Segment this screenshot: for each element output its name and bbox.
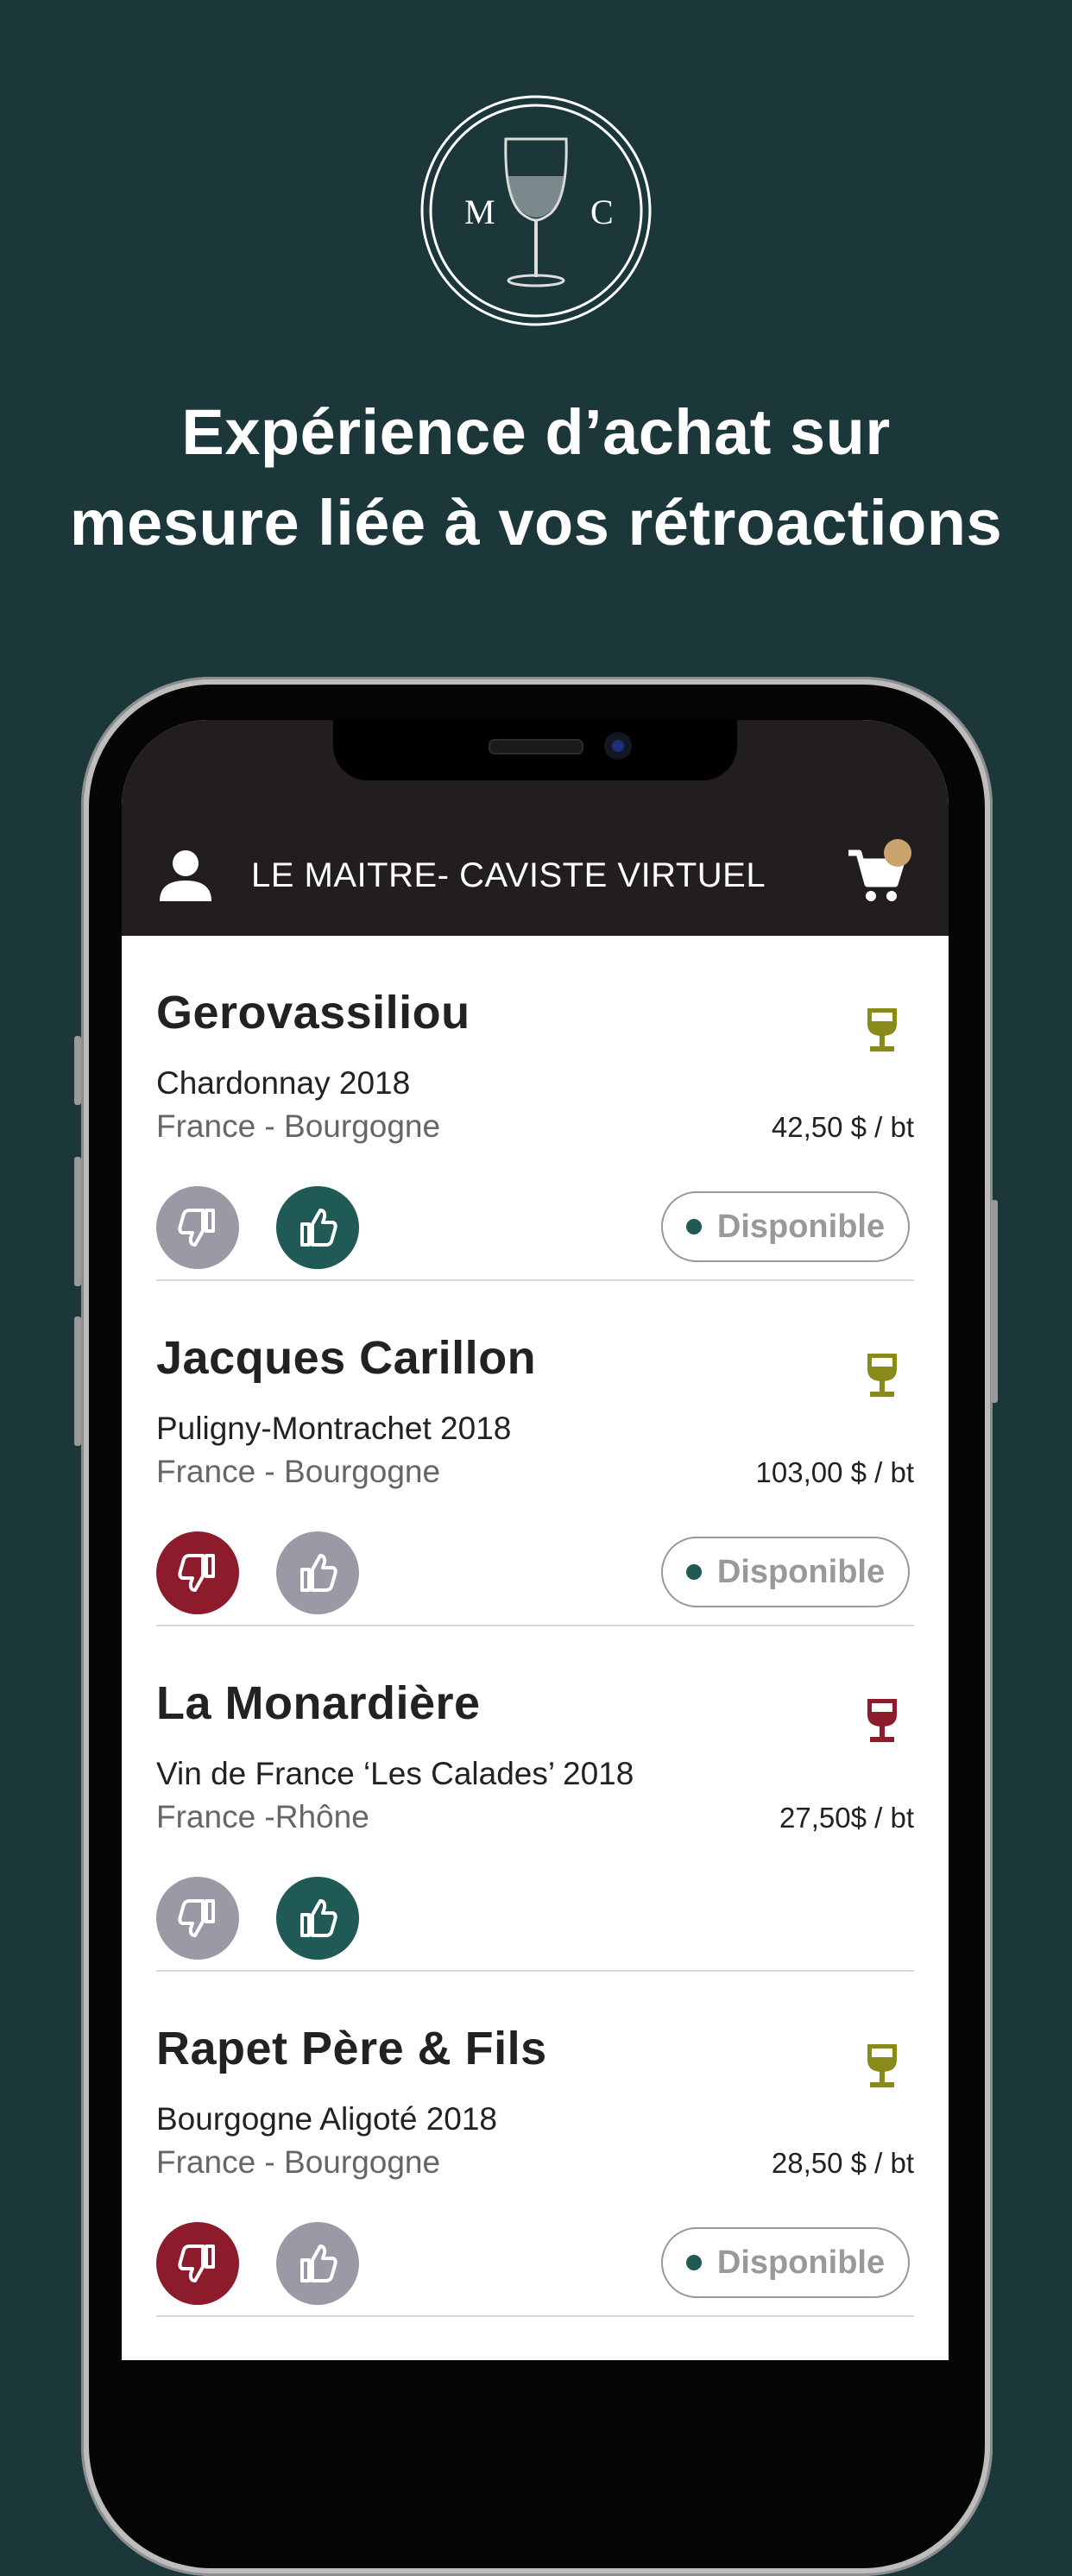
headline-line-2: mesure liée à vos rétroactions [69, 487, 1003, 559]
thumbs-down-icon [178, 2245, 215, 2282]
phone-notch [333, 720, 737, 780]
thumbs-down-icon [178, 1554, 215, 1592]
wine-list: Gerovassiliou Chardonnay 2018 France - B… [122, 936, 949, 2317]
logo-letter-m: M [464, 193, 495, 231]
thumbs-up-button[interactable] [276, 2222, 359, 2305]
wine-price: 28,50 $ / bt [771, 2147, 914, 2179]
wine-cuvee: Puligny-Montrachet 2018 [156, 1411, 512, 1446]
headline-line-1: Expérience d’achat sur [181, 396, 891, 468]
availability-label: Disponible [716, 1208, 886, 1245]
wine-price: 103,00 $ / bt [755, 1456, 914, 1488]
wine-glass-icon [504, 137, 568, 287]
wine-glass-icon [867, 1699, 897, 1742]
thumbs-up-icon [300, 1209, 337, 1247]
front-camera [604, 732, 632, 760]
phone-volume-down [74, 1316, 81, 1446]
thumbs-down-button[interactable] [156, 1186, 239, 1269]
wine-card[interactable]: Gerovassiliou Chardonnay 2018 France - B… [122, 936, 949, 1281]
availability-badge: Disponible [661, 2227, 910, 2298]
phone-volume-up [74, 1157, 81, 1286]
thumbs-down-button[interactable] [156, 1877, 239, 1960]
user-icon[interactable] [158, 848, 213, 903]
phone-screen: LE MAITRE- CAVISTE VIRTUEL Gerovassiliou… [122, 720, 949, 2360]
wine-glass-icon [867, 2044, 897, 2087]
wine-cuvee: Vin de France ‘Les Calades’ 2018 [156, 1756, 634, 1791]
wine-region: France -Rhône [156, 1799, 369, 1834]
headline: Expérience d’achat sur mesure liée à vos… [0, 387, 1072, 568]
wine-producer: Gerovassiliou [156, 987, 470, 1039]
card-divider [156, 2315, 914, 2317]
availability-dot [685, 2255, 702, 2270]
thumbs-up-icon [300, 1554, 337, 1592]
wine-region: France - Bourgogne [156, 1108, 441, 1144]
earpiece-speaker [489, 739, 583, 754]
phone-power-button [991, 1200, 998, 1403]
thumbs-down-button[interactable] [156, 1531, 239, 1614]
phone-mute-switch [74, 1036, 81, 1105]
availability-label: Disponible [716, 2244, 886, 2281]
wine-price: 27,50$ / bt [779, 1802, 914, 1834]
app-header: LE MAITRE- CAVISTE VIRTUEL [122, 720, 949, 936]
wine-glass-icon [867, 1008, 897, 1051]
availability-dot [685, 1219, 702, 1234]
wine-glass-icon [867, 1354, 897, 1397]
availability-dot [685, 1564, 702, 1580]
availability-badge: Disponible [661, 1537, 910, 1607]
wine-card[interactable]: La Monardière Vin de France ‘Les Calades… [122, 1626, 949, 1972]
thumbs-up-button[interactable] [276, 1186, 359, 1269]
wine-region: France - Bourgogne [156, 2144, 441, 2180]
thumbs-up-button[interactable] [276, 1531, 359, 1614]
logo-letter-c: C [590, 193, 614, 231]
cart-badge [884, 839, 911, 867]
wine-price: 42,50 $ / bt [771, 1111, 914, 1143]
wine-cuvee: Bourgogne Aligoté 2018 [156, 2101, 498, 2137]
wine-region: France - Bourgogne [156, 1454, 441, 1489]
thumbs-up-icon [300, 1899, 337, 1937]
wine-card[interactable]: Jacques Carillon Puligny-Montrachet 2018… [122, 1281, 949, 1626]
wine-cuvee: Chardonnay 2018 [156, 1065, 411, 1101]
wine-producer: Jacques Carillon [156, 1332, 537, 1384]
thumbs-up-button[interactable] [276, 1877, 359, 1960]
wine-card[interactable]: Rapet Père & Fils Bourgogne Aligoté 2018… [122, 1972, 949, 2317]
maitre-caviste-logo: M C [420, 95, 652, 326]
availability-badge: Disponible [661, 1191, 910, 1262]
thumbs-up-icon [300, 2245, 337, 2282]
thumbs-down-button[interactable] [156, 2222, 239, 2305]
wine-producer: Rapet Père & Fils [156, 2023, 547, 2074]
thumbs-down-icon [178, 1899, 215, 1937]
wine-producer: La Monardière [156, 1677, 481, 1729]
thumbs-down-icon [178, 1209, 215, 1247]
availability-label: Disponible [716, 1553, 886, 1590]
app-title: LE MAITRE- CAVISTE VIRTUEL [251, 856, 766, 894]
